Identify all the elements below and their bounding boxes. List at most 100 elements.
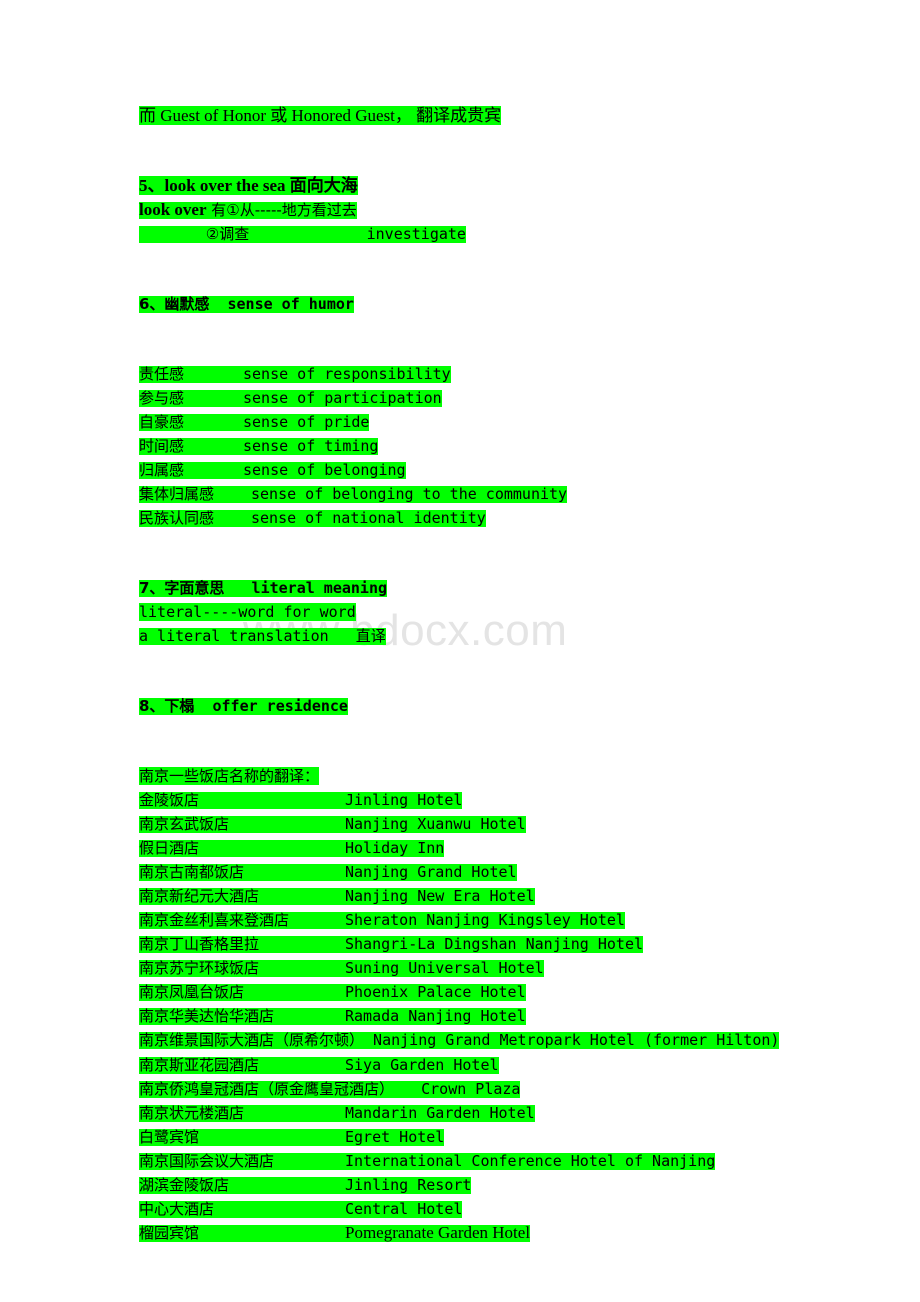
hotel-row-cn: 南京斯亚花园酒店 [139, 1056, 260, 1074]
item6-heading-cn: 6、幽默感 [139, 295, 210, 313]
sense-row-cn: 自豪感 [139, 413, 185, 431]
document-content: 而 Guest of Honor 或 Honored Guest， 翻译成贵宾 … [139, 104, 839, 1245]
hotel-row-en: Nanjing New Era Hotel [345, 887, 535, 905]
hotel-row-en: Ramada Nanjing Hotel [345, 1007, 526, 1025]
item5-lookover-label: look over [139, 200, 207, 219]
sense-row: 民族认同感 sense of national identity [139, 506, 839, 530]
item6-heading-en: sense of humor [227, 295, 354, 313]
item7-line1-text: literal----word for word [139, 603, 356, 621]
item8-heading-cn: 8、下榻 [139, 697, 195, 715]
item7-line2-cn: 直译 [355, 627, 386, 645]
hotel-row: 湖滨金陵饭店 Jinling Resort [139, 1173, 839, 1197]
sense-row-en: sense of timing [243, 437, 379, 455]
sense-row: 自豪感 sense of pride [139, 410, 839, 434]
hotel-row-cn: 中心大酒店 [139, 1200, 215, 1218]
hotel-row-en: Jinling Resort [345, 1176, 472, 1194]
hotel-row: 南京状元楼酒店 Mandarin Garden Hotel [139, 1101, 839, 1125]
sense-row-en: sense of participation [243, 389, 442, 407]
hotel-row-cn: 南京状元楼酒店 [139, 1104, 245, 1122]
hotel-row-cn: 榴园宾馆 [139, 1224, 200, 1242]
hotel-row: 假日酒店 Holiday Inn [139, 836, 839, 860]
hotel-row-cn: 南京金丝利喜来登酒店 [139, 911, 290, 929]
sense-row-cn: 时间感 [139, 437, 185, 455]
sense-row-en: sense of pride [243, 413, 370, 431]
guest-of-honor-text: 而 Guest of Honor 或 Honored Guest， 翻译成贵宾 [139, 106, 502, 125]
item7-heading-en: literal meaning [251, 579, 388, 597]
hotel-row: 南京凤凰台饭店 Phoenix Palace Hotel [139, 980, 839, 1004]
hotel-row: 南京古南都饭店 Nanjing Grand Hotel [139, 860, 839, 884]
hotel-row-en: Nanjing Grand Metropark Hotel (former Hi… [373, 1031, 780, 1049]
item5-investigate-cn: ②调查 [205, 225, 250, 243]
hotel-row: 榴园宾馆 Pomegranate Garden Hotel [139, 1221, 839, 1245]
hotel-row: 南京丁山香格里拉 Shangri-La Dingshan Nanjing Hote… [139, 932, 839, 956]
hotel-row-cn: 南京国际会议大酒店 [139, 1152, 275, 1170]
item8-heading-en: offer residence [212, 697, 348, 715]
hotel-row-en: Holiday Inn [345, 839, 445, 857]
hotel-row: 金陵饭店 Jinling Hotel [139, 788, 839, 812]
item5-line1: look over 有①从-----地方看过去 [139, 198, 839, 222]
sense-row-en: sense of belonging [243, 461, 406, 479]
item5-heading: 5、look over the sea 面向大海 [139, 174, 839, 198]
sense-row: 责任感 sense of responsibility [139, 362, 839, 386]
hotel-row-en: Nanjing Xuanwu Hotel [345, 815, 526, 833]
hotel-row: 南京国际会议大酒店 International Conference Hotel … [139, 1149, 839, 1173]
item7-line2-en: a literal translation [139, 627, 329, 645]
hotel-row-cn: 南京苏宁环球饭店 [139, 959, 260, 977]
hotel-row: 南京华美达怡华酒店 Ramada Nanjing Hotel [139, 1004, 839, 1028]
hotel-row: 南京苏宁环球饭店 Suning Universal Hotel [139, 956, 839, 980]
item8-heading: 8、下榻 offer residence [139, 694, 839, 718]
hotel-row-en: Shangri-La Dingshan Nanjing Hotel [345, 935, 644, 953]
hotel-row-cn: 南京古南都饭店 [139, 863, 245, 881]
item7-line1: literal----word for word [139, 600, 839, 624]
sense-row-en: sense of belonging to the community [251, 485, 568, 503]
hotel-row-cn: 金陵饭店 [139, 791, 200, 809]
hotel-row-en: Mandarin Garden Hotel [345, 1104, 535, 1122]
sense-row-cn: 责任感 [139, 365, 185, 383]
item6-heading: 6、幽默感 sense of humor [139, 292, 839, 316]
hotel-row: 南京金丝利喜来登酒店 Sheraton Nanjing Kingsley Hote… [139, 908, 839, 932]
hotel-row-en: Pomegranate Garden Hotel [345, 1223, 531, 1242]
sense-row: 集体归属感 sense of belonging to the community [139, 482, 839, 506]
hotel-row: 白鹭宾馆 Egret Hotel [139, 1125, 839, 1149]
hotel-row: 南京新纪元大酒店 Nanjing New Era Hotel [139, 884, 839, 908]
item5-heading-text: 5、look over the sea 面向大海 [139, 176, 358, 195]
hotel-row-en: Phoenix Palace Hotel [345, 983, 526, 1001]
sense-row: 参与感 sense of participation [139, 386, 839, 410]
item5-investigate-en: investigate [366, 225, 466, 243]
hotel-row-cn: 南京维景国际大酒店（原希尔顿） [139, 1031, 365, 1049]
hotel-row-en: Egret Hotel [345, 1128, 445, 1146]
hotel-row-en: Jinling Hotel [345, 791, 463, 809]
hotel-row: 中心大酒店 Central Hotel [139, 1197, 839, 1221]
sense-row: 归属感 sense of belonging [139, 458, 839, 482]
sense-row-cn: 参与感 [139, 389, 185, 407]
guest-of-honor-line: 而 Guest of Honor 或 Honored Guest， 翻译成贵宾 [139, 104, 839, 128]
sense-row: 时间感 sense of timing [139, 434, 839, 458]
hotel-row-en: Sheraton Nanjing Kingsley Hotel [345, 911, 625, 929]
item5-line1-text: 有①从-----地方看过去 [206, 201, 357, 219]
sense-row-en: sense of national identity [251, 509, 486, 527]
hotel-row: 南京玄武饭店 Nanjing Xuanwu Hotel [139, 812, 839, 836]
item7-heading-cn: 7、字面意思 [139, 579, 225, 597]
sense-row-en: sense of responsibility [243, 365, 451, 383]
hotel-row-cn: 南京新纪元大酒店 [139, 887, 260, 905]
hotel-row-en: Nanjing Grand Hotel [345, 863, 517, 881]
hotel-row-en: Crown Plaza [421, 1080, 521, 1098]
hotel-row: 南京斯亚花园酒店 Siya Garden Hotel [139, 1053, 839, 1077]
hotel-row-en: Suning Universal Hotel [345, 959, 544, 977]
hotel-row: 南京侨鸿皇冠酒店（原金鹰皇冠酒店） Crown Plaza [139, 1077, 839, 1101]
hotel-list-title-text: 南京一些饭店名称的翻译： [139, 767, 320, 785]
hotel-row-en: International Conference Hotel of Nanjin… [345, 1152, 716, 1170]
sense-row-cn: 归属感 [139, 461, 185, 479]
hotel-row-cn: 南京凤凰台饭店 [139, 983, 245, 1001]
